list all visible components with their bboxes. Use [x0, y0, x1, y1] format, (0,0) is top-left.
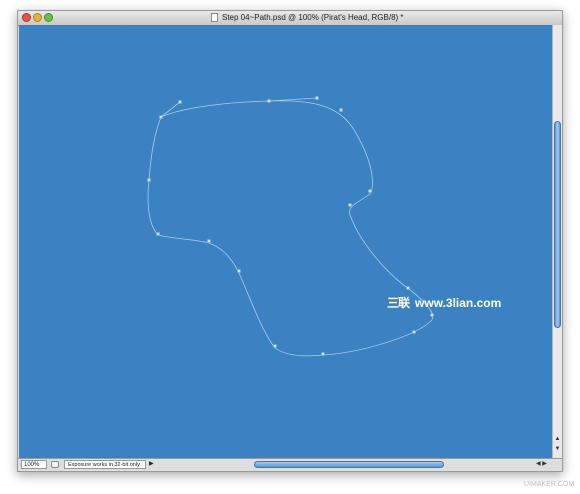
anchor-point [315, 96, 319, 100]
watermark-url: www.3lian.com [415, 296, 502, 310]
document-icon [211, 13, 218, 22]
document-status-icon[interactable] [51, 461, 59, 468]
photoshop-document-window: Step 04~Path.psd @ 100% (Pirat's Head, R… [17, 10, 563, 472]
anchor-point [273, 344, 277, 348]
horizontal-scroll-thumb[interactable] [254, 461, 444, 468]
anchor-point [339, 108, 343, 112]
minimize-window-button[interactable] [33, 13, 42, 22]
image-credit: UIMAKER.COM [524, 481, 575, 488]
document-canvas[interactable]: 三联 www.3lian.com [19, 25, 552, 458]
anchor-point [178, 100, 182, 104]
anchor-point [159, 115, 163, 119]
window-title: Step 04~Path.psd @ 100% (Pirat's Head, R… [222, 13, 404, 22]
anchor-point [267, 99, 271, 103]
horizontal-scroll-arrows-icon[interactable]: ◀ ▶ [536, 460, 547, 469]
anchor-point [348, 203, 352, 207]
anchor-point [412, 330, 416, 334]
anchor-point [430, 313, 434, 317]
scroll-up-icon[interactable]: ▲ [554, 436, 561, 443]
watermark-logo: 三联 [387, 296, 410, 310]
pen-path-drawing[interactable] [19, 25, 552, 458]
direction-handle [160, 101, 181, 118]
close-window-button[interactable] [22, 13, 31, 22]
anchor-point [156, 232, 160, 236]
site-watermark: 三联 www.3lian.com [387, 296, 501, 310]
status-menu-arrow-icon[interactable]: ▶ [149, 460, 154, 469]
direction-handle [268, 97, 318, 102]
scroll-down-icon[interactable]: ▼ [554, 446, 561, 453]
anchor-point [147, 178, 151, 182]
anchor-point [207, 239, 211, 243]
status-bar: 100% Exposure works in 32-bit only ▶ ◀ ▶ [18, 458, 562, 471]
vertical-scroll-thumb[interactable] [554, 121, 561, 328]
anchor-point [237, 269, 241, 273]
zoom-window-button[interactable] [44, 13, 53, 22]
anchor-point [368, 189, 372, 193]
vertical-scrollbar[interactable]: ▲ ▼ [552, 25, 562, 458]
status-info-text: Exposure works in 32-bit only [64, 460, 146, 469]
zoom-level-field[interactable]: 100% [21, 460, 47, 469]
pirate-head-path [147, 100, 434, 357]
anchor-point [321, 352, 325, 356]
title-bar[interactable]: Step 04~Path.psd @ 100% (Pirat's Head, R… [18, 11, 562, 26]
anchor-point [406, 286, 410, 290]
